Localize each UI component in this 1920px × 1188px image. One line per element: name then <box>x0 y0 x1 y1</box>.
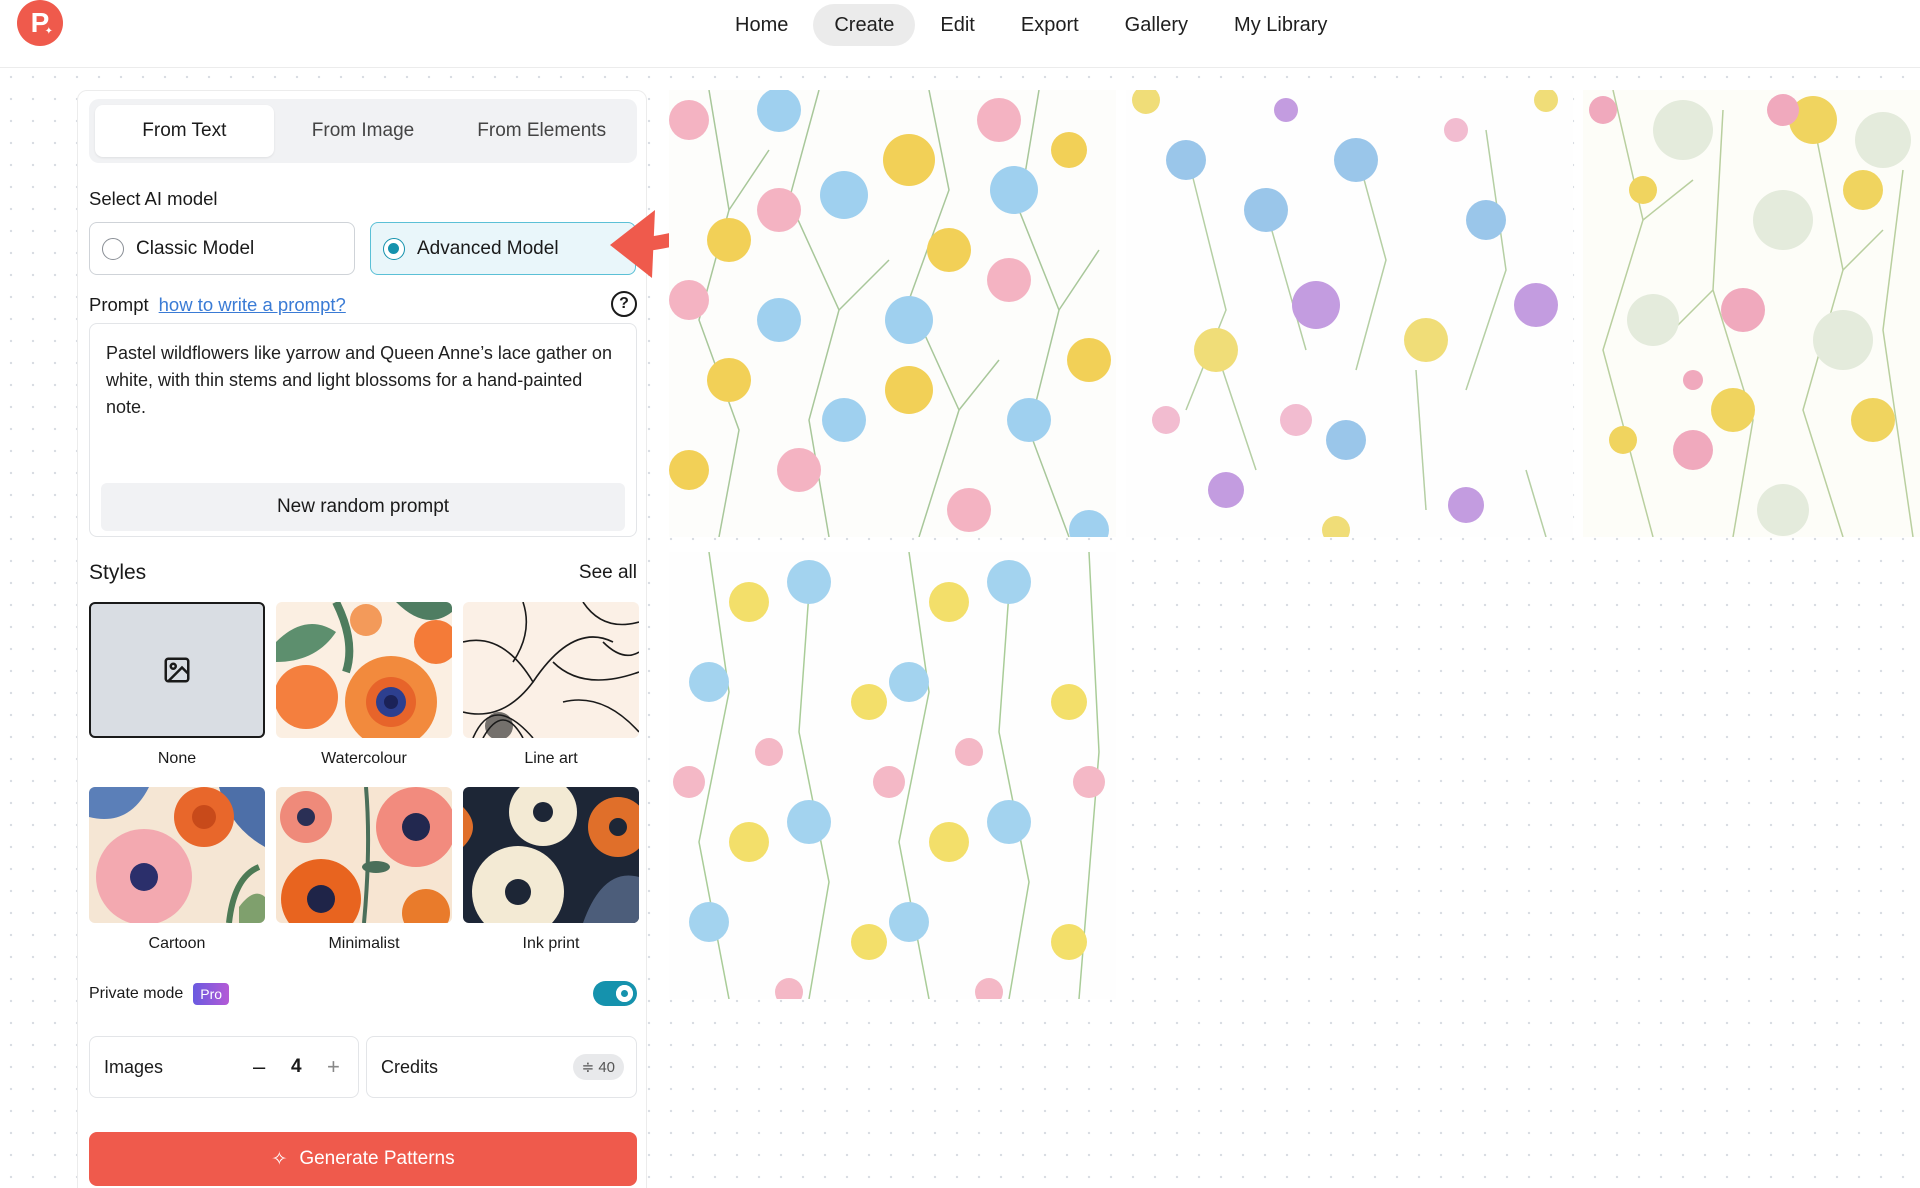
styles-title: Styles <box>89 561 147 584</box>
app-logo[interactable]: P ✦ <box>17 0 63 46</box>
model-section-label: Select AI model <box>89 188 218 209</box>
credits-coin-icon: ≑ <box>581 1059 599 1076</box>
style-minimalist-thumbnail[interactable] <box>276 787 452 923</box>
advanced-model-label: Advanced Model <box>417 237 559 259</box>
advanced-model-radio[interactable] <box>383 237 405 260</box>
style-label: Line art <box>524 750 578 767</box>
prompt-text[interactable]: Pastel wildflowers like yarrow and Queen… <box>106 340 616 421</box>
nav-my-library[interactable]: My Library <box>1213 4 1348 46</box>
nav-gallery[interactable]: Gallery <box>1104 4 1209 46</box>
generate-patterns-button[interactable]: ✧ Generate Patterns <box>89 1132 637 1186</box>
private-mode-label: Private mode <box>89 985 184 1002</box>
style-watercolour[interactable]: Watercolour <box>276 602 452 768</box>
style-label: Ink print <box>522 935 580 952</box>
images-label: Images <box>104 1056 164 1077</box>
nav-create[interactable]: Create <box>813 4 916 46</box>
style-minimalist[interactable]: Minimalist <box>276 787 452 953</box>
style-line-art-thumbnail[interactable] <box>463 602 639 738</box>
style-none-thumbnail[interactable] <box>89 602 265 738</box>
generated-pattern-2[interactable] <box>1126 90 1573 537</box>
generated-pattern-1[interactable] <box>669 90 1116 537</box>
main-nav: Home Create Edit Export Gallery My Libra… <box>714 4 1348 46</box>
classic-model-option[interactable]: Classic Model <box>89 222 355 275</box>
credits-badge: ≑ 40 <box>572 1054 624 1080</box>
advanced-model-option[interactable]: Advanced Model <box>370 222 636 275</box>
prompt-textarea[interactable]: Pastel wildflowers like yarrow and Queen… <box>89 323 637 537</box>
style-ink-print-thumbnail[interactable] <box>463 787 639 923</box>
credits-value: 40 <box>598 1059 615 1076</box>
see-all-styles-link[interactable]: See all <box>579 562 637 584</box>
prompt-header: Prompt how to write a prompt? ? <box>89 291 637 319</box>
style-ink-print[interactable]: Ink print <box>463 787 639 953</box>
nav-edit[interactable]: Edit <box>919 4 995 46</box>
style-cartoon-thumbnail[interactable] <box>89 787 265 923</box>
tab-from-text[interactable]: From Text <box>95 105 274 157</box>
style-label: Minimalist <box>328 935 400 952</box>
style-label: None <box>157 750 197 767</box>
top-navigation-bar: P ✦ Home Create Edit Export Gallery My L… <box>0 0 1920 68</box>
images-count-value: 4 <box>291 1056 302 1077</box>
style-cartoon[interactable]: Cartoon <box>89 787 265 953</box>
nav-home[interactable]: Home <box>714 4 809 46</box>
tab-from-image[interactable]: From Image <box>274 105 453 157</box>
sparkles-icon: ✧ <box>271 1148 288 1170</box>
style-line-art[interactable]: Line art <box>463 602 639 768</box>
decrement-button[interactable]: – <box>253 1054 265 1080</box>
pro-badge: Pro <box>193 983 230 1005</box>
private-mode-row: Private mode Pro <box>89 979 637 1009</box>
classic-model-label: Classic Model <box>136 237 255 259</box>
classic-model-radio[interactable] <box>102 237 124 260</box>
styles-header: Styles See all <box>89 561 637 585</box>
private-mode-toggle[interactable] <box>593 981 637 1006</box>
style-label: Cartoon <box>148 935 206 952</box>
style-none[interactable]: None <box>89 602 265 768</box>
image-placeholder-icon <box>164 657 190 683</box>
nav-export[interactable]: Export <box>1000 4 1100 46</box>
images-count-stepper: Images – 4 + <box>89 1036 359 1098</box>
generated-pattern-3[interactable] <box>1583 90 1920 537</box>
generated-pattern-4[interactable] <box>669 552 1116 999</box>
credits-label: Credits <box>381 1056 439 1077</box>
prompt-label: Prompt <box>89 294 149 315</box>
new-random-prompt-button[interactable]: New random prompt <box>101 483 625 531</box>
style-watercolour-thumbnail[interactable] <box>276 602 452 738</box>
source-tabs: From Text From Image From Elements <box>89 99 637 163</box>
credits-box: Credits ≑ 40 <box>366 1036 637 1098</box>
increment-button[interactable]: + <box>327 1054 340 1080</box>
create-panel: From Text From Image From Elements Selec… <box>77 90 647 1188</box>
style-label: Watercolour <box>321 750 407 767</box>
logo-sparkle-icon: ✦ <box>44 26 53 37</box>
prompt-help-link[interactable]: how to write a prompt? <box>159 294 346 316</box>
generate-label: Generate Patterns <box>299 1148 455 1169</box>
